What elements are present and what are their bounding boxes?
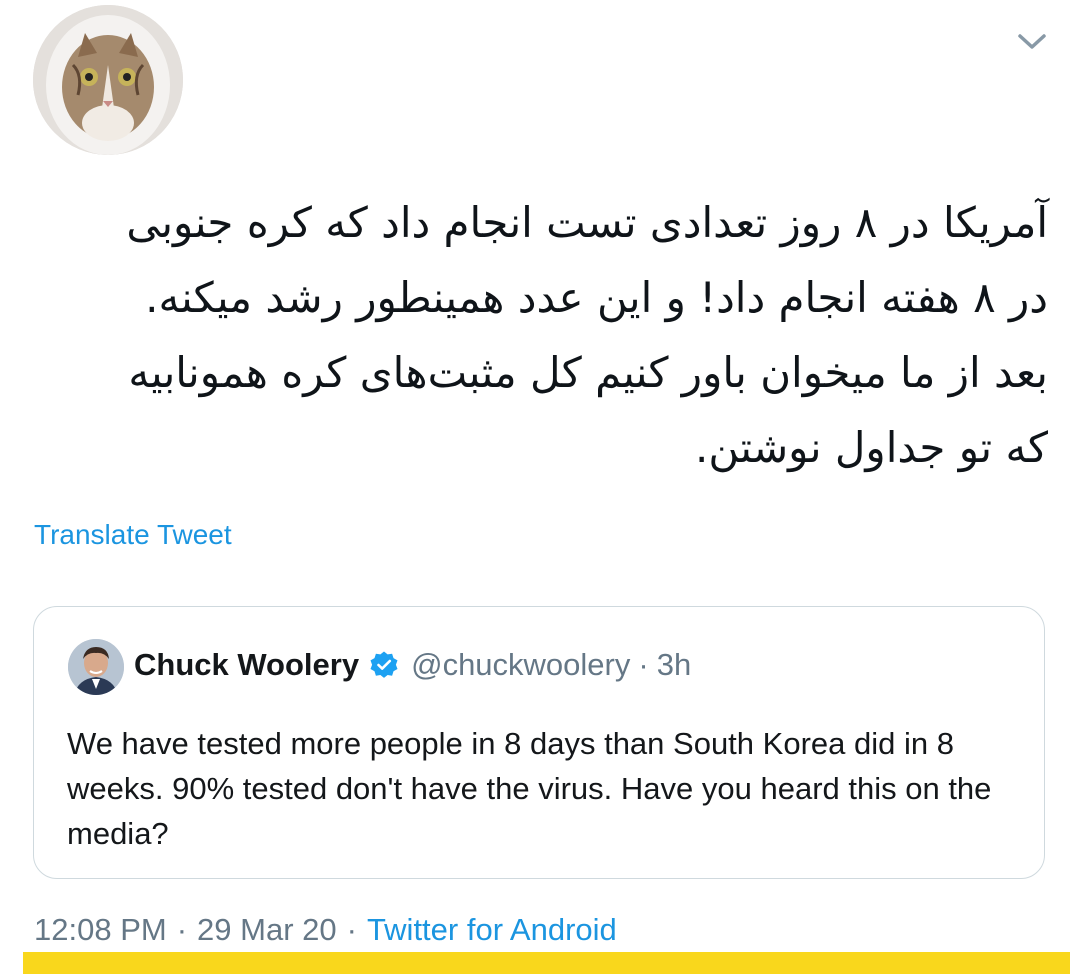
- quoted-author-name[interactable]: Chuck Woolery: [134, 647, 359, 683]
- tweet-metadata: 12:08 PM · 29 Mar 20 · Twitter for Andro…: [34, 912, 617, 948]
- quoted-tweet-text: We have tested more people in 8 days tha…: [67, 726, 992, 851]
- header-separator: ·: [638, 647, 649, 682]
- quoted-author-avatar[interactable]: [68, 639, 124, 695]
- author-avatar[interactable]: [33, 5, 183, 155]
- meta-separator: ·: [176, 912, 188, 947]
- tweet-source-link[interactable]: Twitter for Android: [367, 912, 617, 948]
- highlight-bar: [23, 952, 1070, 974]
- quoted-tweet-card[interactable]: Chuck Woolery @chuckwoolery · 3h We have…: [33, 606, 1045, 879]
- chevron-down-icon[interactable]: [1012, 26, 1052, 58]
- meta-separator: ·: [346, 912, 357, 947]
- quoted-tweet-header: Chuck Woolery @chuckwoolery · 3h: [134, 645, 691, 685]
- tweet-time[interactable]: 12:08 PM: [34, 912, 167, 948]
- quoted-tweet-time[interactable]: 3h: [657, 647, 691, 683]
- verified-badge-icon: [369, 650, 399, 680]
- quoted-author-handle[interactable]: @chuckwoolery: [411, 647, 630, 683]
- tweet-date[interactable]: 29 Mar 20: [197, 912, 337, 948]
- tweet-text: آمریکا در ۸ روز تعدادی تست انجام داد که …: [126, 198, 1048, 472]
- translate-tweet-link[interactable]: Translate Tweet: [34, 519, 232, 551]
